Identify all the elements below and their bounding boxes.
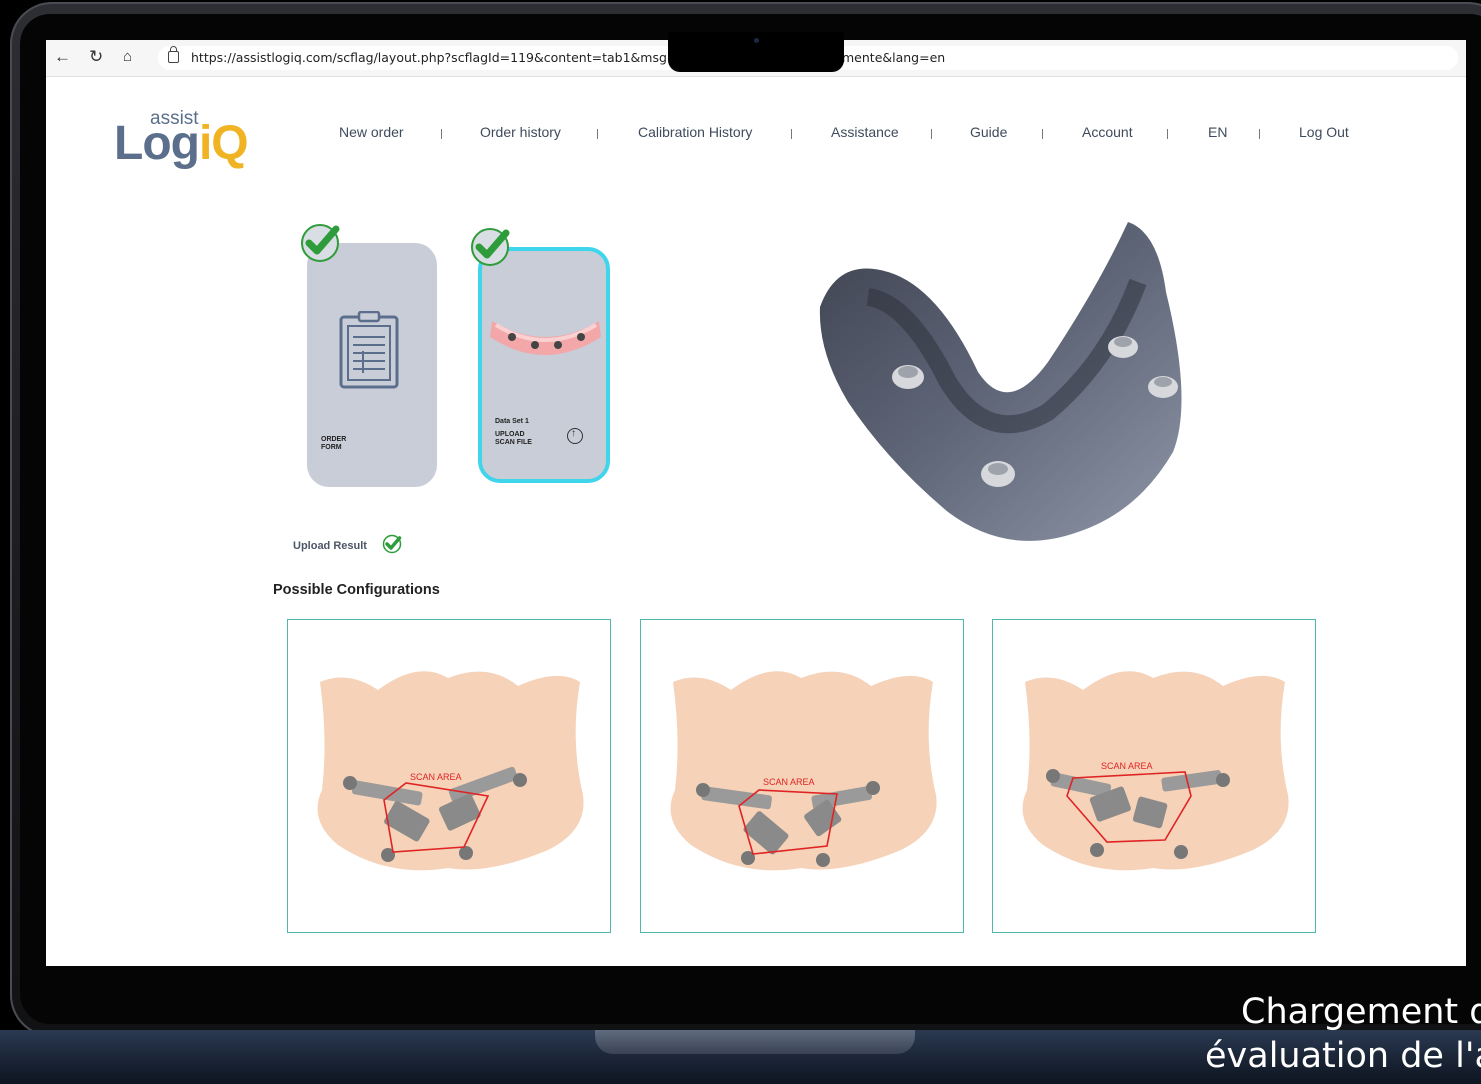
upload-scan-label: UPLOAD SCAN FILE <box>495 431 532 446</box>
url-text-end: mente&lang=en <box>842 50 946 65</box>
camera-icon <box>754 38 759 43</box>
caption-line-1: Chargement d <box>1241 992 1481 1032</box>
url-text: https://assistlogiq.com/scflag/layout.ph… <box>191 50 678 65</box>
home-icon[interactable]: ⌂ <box>123 48 132 66</box>
nav-order-history[interactable]: Order history <box>480 124 561 140</box>
config-card[interactable]: SCAN AREA <box>992 619 1316 933</box>
possible-configurations-title: Possible Configurations <box>273 582 440 598</box>
data-set-card[interactable]: Data Set 1 UPLOAD SCAN FILE <box>478 247 610 483</box>
nav-new-order[interactable]: New order <box>339 124 404 140</box>
config-illustration: SCAN AREA <box>1022 671 1289 871</box>
screen: ← ↻ ⌂ https://assistlogiq.com/scflag/lay… <box>46 40 1466 966</box>
data-set-title: Data Set 1 <box>495 418 529 425</box>
order-form-card[interactable]: ORDER FORM <box>307 243 437 487</box>
denture-thumbnail <box>490 321 601 355</box>
check-icon <box>382 534 402 554</box>
config-card[interactable]: SCAN AREA <box>640 619 964 933</box>
nav-language[interactable]: EN <box>1208 124 1227 140</box>
laptop-hinge <box>595 1030 915 1054</box>
clipboard-icon <box>339 311 399 389</box>
config-card[interactable]: SCAN AREA <box>287 619 611 933</box>
order-form-label: ORDER FORM <box>321 436 347 451</box>
upload-icon[interactable] <box>567 428 583 444</box>
scan-area-label: SCAN AREA <box>763 777 815 787</box>
upload-result-label: Upload Result <box>293 540 367 552</box>
nav-log-out[interactable]: Log Out <box>1299 124 1349 140</box>
nav-assistance[interactable]: Assistance <box>831 124 899 140</box>
back-arrow-icon[interactable]: ← <box>54 48 71 66</box>
check-icon <box>301 224 340 262</box>
nav-guide[interactable]: Guide <box>970 124 1007 140</box>
camera-notch <box>668 32 844 72</box>
config-illustration: SCAN AREA <box>317 671 584 871</box>
scan-area-label: SCAN AREA <box>1101 761 1153 771</box>
scan-3d-preview[interactable] <box>808 212 1193 552</box>
lock-icon <box>168 46 179 63</box>
nav-account[interactable]: Account <box>1082 124 1133 140</box>
check-icon <box>471 228 510 266</box>
nav-calibration-history[interactable]: Calibration History <box>638 124 752 140</box>
main-nav: New order Order history Calibration Hist… <box>46 124 1466 144</box>
reload-icon[interactable]: ↻ <box>89 48 103 66</box>
caption-line-2: évaluation de l'a <box>1205 1036 1481 1076</box>
scan-area-label: SCAN AREA <box>410 772 462 782</box>
config-illustration: SCAN AREA <box>670 671 937 871</box>
